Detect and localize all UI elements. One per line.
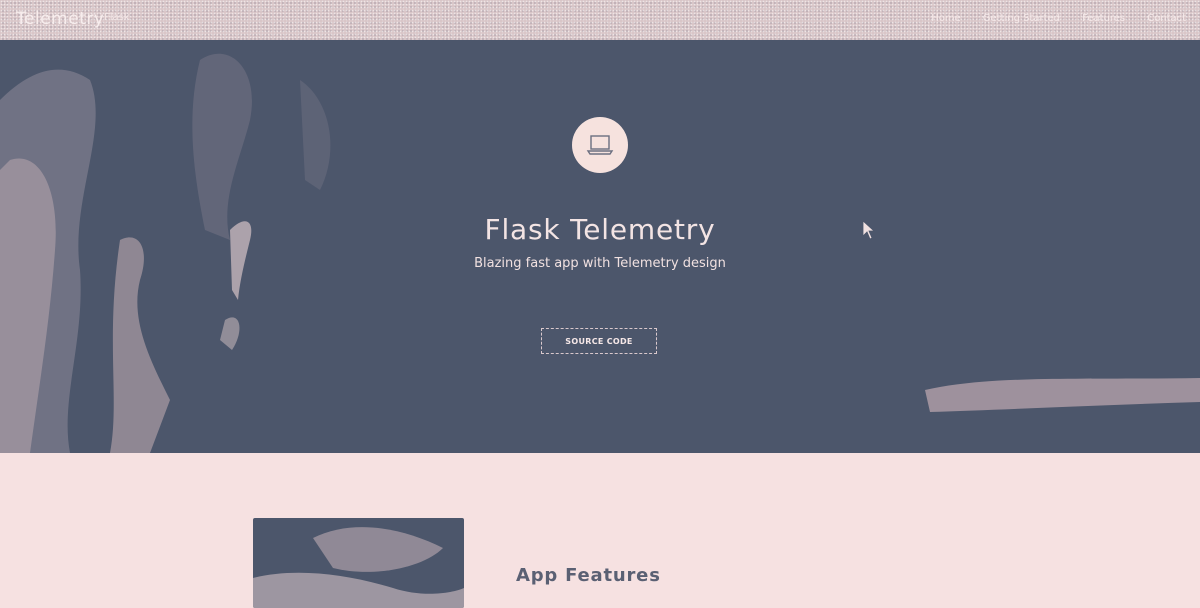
mouse-cursor-icon — [862, 220, 876, 240]
hero-background-art — [0, 53, 1200, 453]
hero-subtitle: Blazing fast app with Telemetry design — [474, 256, 726, 271]
source-code-button[interactable]: SOURCE CODE — [541, 328, 657, 354]
main-nav: Home Getting Started Features Contact — [931, 13, 1186, 24]
nav-home-link[interactable]: Home — [931, 13, 961, 24]
brand-logo[interactable]: Telemetry — [16, 9, 104, 29]
laptop-icon — [586, 135, 614, 155]
features-title: App Features — [516, 564, 661, 586]
nav-getting-started-link[interactable]: Getting Started — [983, 13, 1060, 24]
top-navbar: Telemetry Flask Home Getting Started Fea… — [0, 0, 1200, 40]
feature-image-art — [253, 527, 464, 608]
hero-section: Flask Telemetry Blazing fast app with Te… — [0, 40, 1200, 453]
nav-features-link[interactable]: Features — [1082, 13, 1125, 24]
nav-contact-link[interactable]: Contact — [1147, 13, 1186, 24]
hero-title: Flask Telemetry — [484, 212, 716, 246]
hero-icon-circle — [572, 117, 628, 173]
feature-image — [253, 518, 464, 608]
framework-badge[interactable]: Flask — [104, 12, 130, 23]
features-section: App Features — [0, 453, 1200, 608]
